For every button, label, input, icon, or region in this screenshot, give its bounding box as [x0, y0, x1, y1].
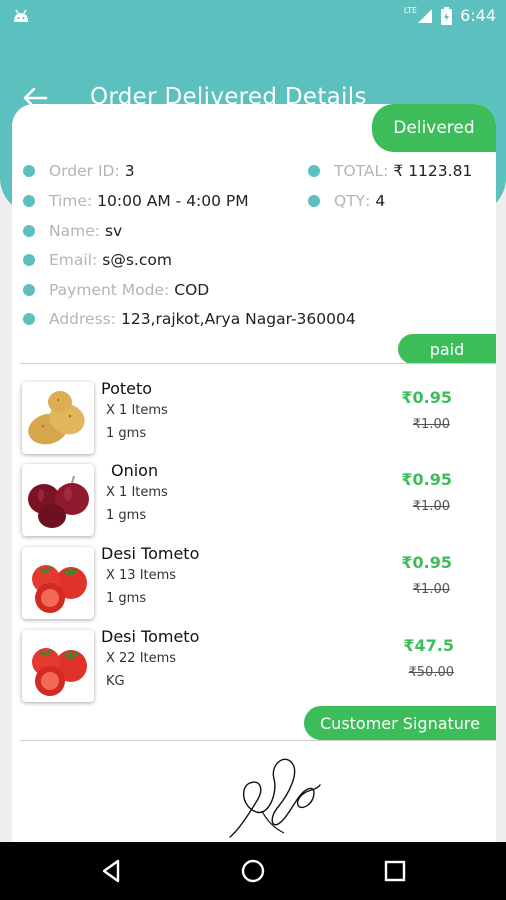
tomato-image — [22, 630, 94, 702]
email-row: Email: s@s.com — [23, 251, 172, 269]
list-item: Desi Tometo X 22 Items KG ₹47.5 ₹50.00 — [12, 627, 496, 707]
total-label: TOTAL — [334, 162, 384, 180]
list-item: Desi Tometo X 13 Items 1 gms ₹0.95 ₹1.00 — [12, 544, 496, 624]
item-name: Desi Tometo — [101, 544, 200, 563]
total-row: TOTAL: ₹ 1123.81 — [308, 162, 472, 180]
item-name: Poteto — [101, 379, 153, 398]
qty-row: QTY: 4 — [308, 192, 385, 210]
delivered-status-badge: Delivered — [372, 104, 496, 152]
address-row: Address: 123,rajkot,Arya Nagar-360004 — [23, 310, 356, 328]
bullet-dot — [23, 313, 35, 325]
time-row: Time: 10:00 AM - 4:00 PM — [23, 192, 249, 210]
potato-image — [22, 382, 94, 454]
payment-mode-label: Payment Mode — [49, 281, 165, 299]
item-unit: 1 gms — [106, 426, 147, 441]
network-type-label: LTE — [403, 5, 418, 15]
order-id-value: 3 — [124, 162, 135, 180]
customer-signature-badge: Customer Signature — [304, 706, 496, 740]
bullet-dot — [23, 225, 35, 237]
address-label: Address — [49, 310, 111, 328]
item-quantity: X 13 Items — [106, 568, 177, 583]
tomato-image — [22, 547, 94, 619]
list-item: Onion X 1 Items 1 gms ₹0.95 ₹1.00 — [12, 461, 496, 541]
item-unit: 1 gms — [106, 591, 147, 606]
email-value: s@s.com — [102, 251, 172, 269]
order-id-label: Order ID — [49, 162, 115, 180]
item-name: Desi Tometo — [101, 627, 200, 646]
bullet-dot — [23, 195, 35, 207]
item-name: Onion — [111, 461, 159, 480]
item-original-price: ₹1.00 — [412, 582, 450, 597]
bullet-dot — [23, 254, 35, 266]
qty-value: 4 — [375, 192, 386, 210]
customer-signature-image — [229, 758, 321, 838]
battery-icon — [441, 6, 453, 25]
bullet-dot — [308, 195, 320, 207]
signal-icon — [418, 8, 433, 23]
item-quantity: X 22 Items — [106, 651, 177, 666]
item-price: ₹0.95 — [401, 470, 452, 489]
nav-recents-icon[interactable] — [380, 856, 410, 886]
bullet-dot — [308, 165, 320, 177]
status-bar: LTE 6:44 — [0, 0, 506, 34]
item-price: ₹0.95 — [401, 553, 452, 572]
item-unit: 1 gms — [106, 508, 147, 523]
qty-label: QTY — [334, 192, 366, 210]
payment-mode-value: COD — [174, 281, 210, 299]
nav-back-icon[interactable] — [96, 856, 126, 886]
section-divider — [20, 363, 496, 364]
item-unit: KG — [106, 674, 125, 689]
item-quantity: X 1 Items — [106, 403, 168, 418]
time-value: 10:00 AM - 4:00 PM — [97, 192, 249, 210]
email-label: Email — [49, 251, 93, 269]
name-row: Name: sv — [23, 222, 122, 240]
item-original-price: ₹1.00 — [412, 499, 450, 514]
item-quantity: X 1 Items — [106, 485, 168, 500]
payment-status-badge: paid — [398, 334, 496, 364]
bullet-dot — [23, 165, 35, 177]
item-original-price: ₹50.00 — [408, 665, 455, 680]
name-value: sv — [104, 222, 123, 240]
list-item: Poteto X 1 Items 1 gms ₹0.95 ₹1.00 — [12, 379, 496, 459]
navigation-bar — [0, 842, 506, 900]
order-id-row: Order ID: 3 — [23, 162, 135, 180]
clock: 6:44 — [460, 6, 496, 25]
order-details-card: Delivered Order ID: 3 TOTAL: ₹ 1123.81 T… — [12, 104, 496, 844]
onion-image — [22, 464, 94, 536]
payment-mode-row: Payment Mode: COD — [23, 281, 209, 299]
total-value: ₹ 1123.81 — [393, 162, 473, 180]
item-original-price: ₹1.00 — [412, 417, 450, 432]
address-value: 123,rajkot,Arya Nagar-360004 — [120, 310, 356, 328]
name-label: Name — [49, 222, 95, 240]
time-label: Time — [49, 192, 87, 210]
android-notification-icon — [14, 9, 28, 22]
item-price: ₹47.5 — [403, 636, 454, 655]
bullet-dot — [23, 284, 35, 296]
nav-home-icon[interactable] — [238, 856, 268, 886]
section-divider — [20, 740, 496, 741]
item-price: ₹0.95 — [401, 388, 452, 407]
